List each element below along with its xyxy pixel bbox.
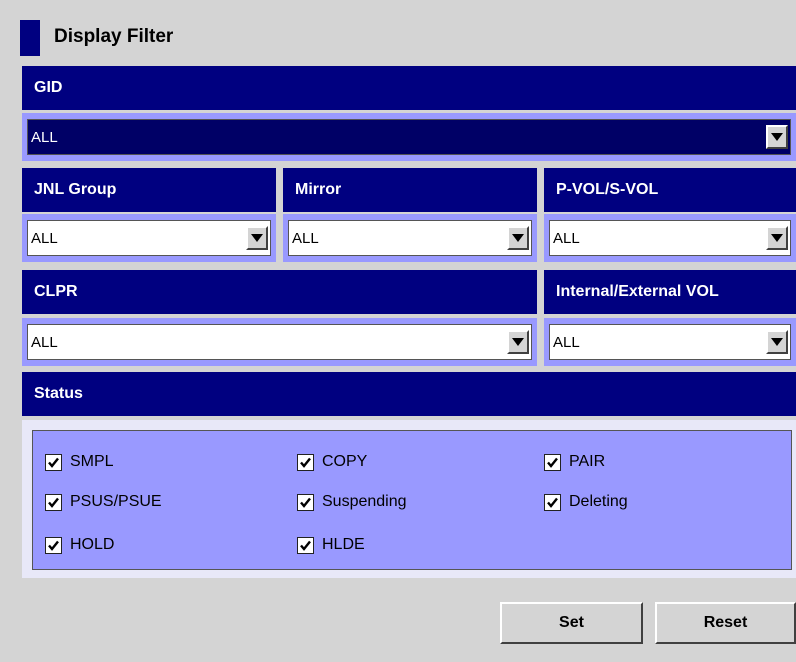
status-checkbox-smpl[interactable]: SMPL: [45, 453, 114, 471]
status-checkbox-group: SMPL COPY PAIR PSUS/PSUE Suspending Dele…: [32, 430, 792, 570]
chevron-down-icon[interactable]: [766, 125, 788, 149]
checkbox-icon[interactable]: [45, 453, 62, 471]
status-checkbox-hlde[interactable]: HLDE: [297, 536, 365, 554]
status-checkbox-hold[interactable]: HOLD: [45, 536, 114, 554]
gid-select[interactable]: ALL: [27, 119, 791, 155]
pvol-svol-select[interactable]: ALL: [549, 220, 791, 256]
clpr-header: CLPR: [22, 270, 537, 314]
int-ext-vol-select[interactable]: ALL: [549, 324, 791, 360]
int-ext-vol-header: Internal/External VOL: [544, 270, 796, 314]
gid-select-value: ALL: [31, 128, 58, 146]
status-checkbox-copy[interactable]: COPY: [297, 453, 367, 471]
chevron-down-icon[interactable]: [246, 226, 268, 250]
clpr-select[interactable]: ALL: [27, 324, 532, 360]
status-checkbox-suspending[interactable]: Suspending: [297, 493, 407, 511]
checkbox-icon[interactable]: [544, 453, 561, 471]
jnl-group-select-strip: ALL: [22, 214, 276, 262]
chevron-down-icon[interactable]: [507, 226, 529, 250]
checkbox-icon[interactable]: [297, 493, 314, 511]
chevron-down-icon[interactable]: [766, 226, 788, 250]
checkbox-icon[interactable]: [297, 536, 314, 554]
status-header: Status: [22, 372, 796, 416]
set-button[interactable]: Set: [500, 602, 643, 644]
status-option-label: Deleting: [569, 493, 628, 510]
checkbox-icon[interactable]: [45, 493, 62, 511]
gid-select-strip: ALL: [22, 113, 796, 161]
status-checkbox-pair[interactable]: PAIR: [544, 453, 605, 471]
checkbox-icon[interactable]: [297, 453, 314, 471]
jnl-group-header: JNL Group: [22, 168, 276, 212]
mirror-select-value: ALL: [292, 229, 319, 247]
status-checkbox-psus-psue[interactable]: PSUS/PSUE: [45, 493, 162, 511]
pvol-svol-header: P-VOL/S-VOL: [544, 168, 796, 212]
jnl-group-select[interactable]: ALL: [27, 220, 271, 256]
status-checkbox-deleting[interactable]: Deleting: [544, 493, 628, 511]
status-option-label: PAIR: [569, 453, 606, 470]
checkbox-icon[interactable]: [544, 493, 561, 511]
int-ext-vol-select-strip: ALL: [544, 318, 796, 366]
chevron-down-icon[interactable]: [766, 330, 788, 354]
status-option-label: SMPL: [70, 453, 114, 470]
status-panel: SMPL COPY PAIR PSUS/PSUE Suspending Dele…: [22, 420, 796, 578]
page-title: Display Filter: [54, 26, 174, 47]
status-option-label: HOLD: [70, 536, 115, 553]
status-option-label: Suspending: [322, 493, 407, 510]
pvol-svol-select-strip: ALL: [544, 214, 796, 262]
int-ext-vol-select-value: ALL: [553, 333, 580, 351]
reset-button[interactable]: Reset: [655, 602, 796, 644]
pvol-svol-select-value: ALL: [553, 229, 580, 247]
mirror-select[interactable]: ALL: [288, 220, 532, 256]
title-marker: [20, 20, 40, 56]
clpr-select-value: ALL: [31, 333, 58, 351]
gid-header: GID: [22, 66, 796, 110]
clpr-select-strip: ALL: [22, 318, 537, 366]
status-option-label: COPY: [322, 453, 368, 470]
mirror-select-strip: ALL: [283, 214, 537, 262]
status-option-label: PSUS/PSUE: [70, 493, 162, 510]
status-option-label: HLDE: [322, 536, 365, 553]
jnl-group-select-value: ALL: [31, 229, 58, 247]
mirror-header: Mirror: [283, 168, 537, 212]
checkbox-icon[interactable]: [45, 536, 62, 554]
chevron-down-icon[interactable]: [507, 330, 529, 354]
